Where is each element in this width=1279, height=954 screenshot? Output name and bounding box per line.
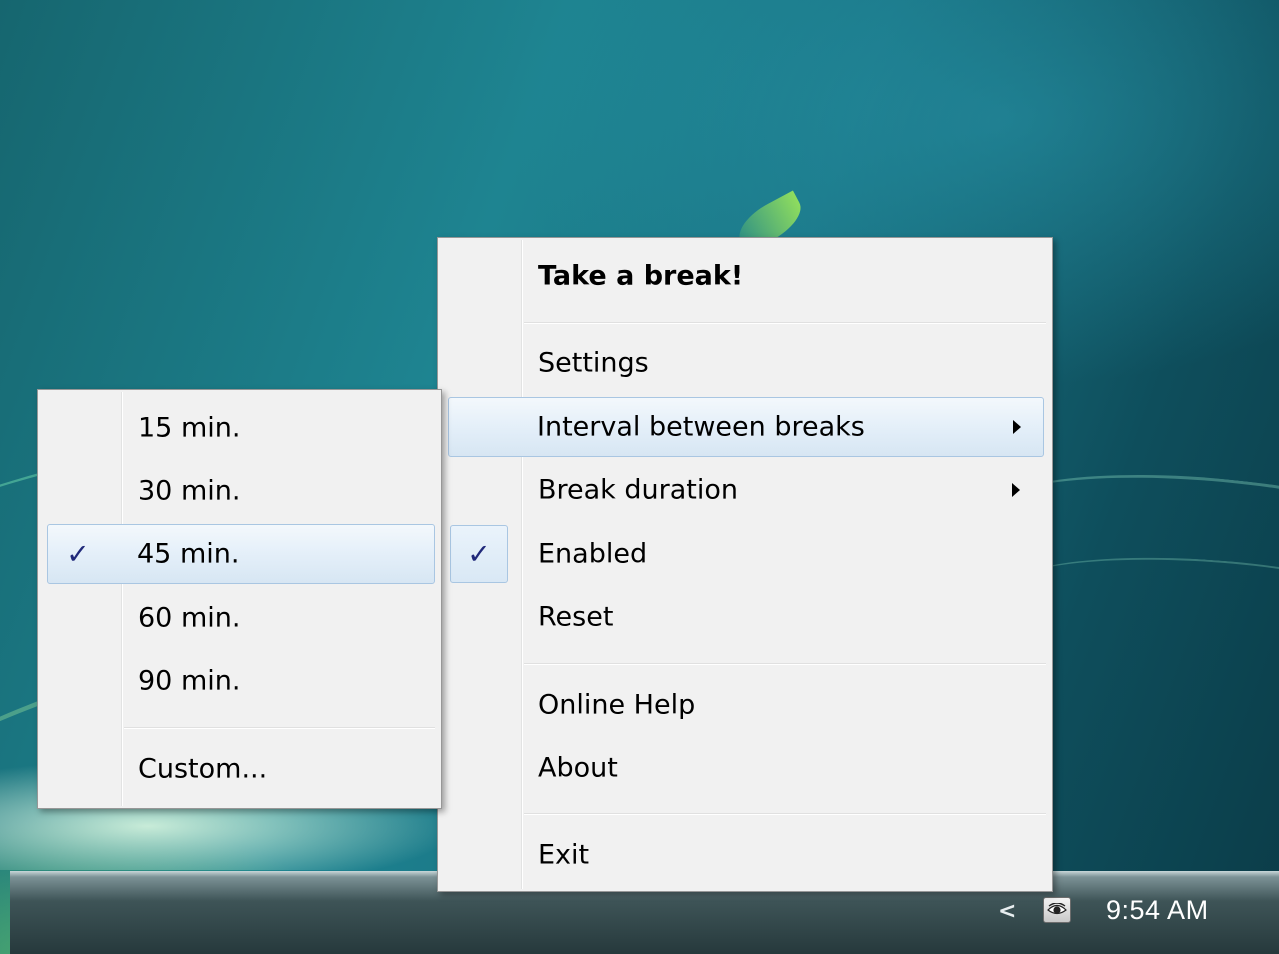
check-highlight: ✓ (450, 525, 508, 583)
menu-item-settings[interactable]: Settings (440, 333, 1050, 393)
menu-item-label: Take a break! (538, 260, 744, 292)
checkmark-icon: ✓ (467, 537, 491, 571)
menu-item-label: 45 min. (137, 538, 240, 570)
menu-separator (524, 322, 1046, 324)
submenu-item-30-min[interactable]: 30 min. (40, 461, 439, 521)
menu-item-label: Interval between breaks (537, 411, 865, 443)
menu-item-about[interactable]: About (440, 738, 1050, 798)
submenu-item-15-min[interactable]: 15 min. (40, 398, 439, 458)
menu-item-exit[interactable]: Exit (440, 825, 1050, 885)
menu-item-label: 15 min. (138, 412, 241, 444)
menu-separator (524, 813, 1046, 815)
submenu-arrow-icon (1013, 420, 1021, 434)
menu-separator (124, 727, 435, 729)
menu-item-label: Custom... (138, 753, 268, 785)
menu-item-interval-between-breaks[interactable]: Interval between breaks (448, 397, 1044, 457)
menu-item-break-duration[interactable]: Break duration (440, 460, 1050, 520)
menu-item-label: About (538, 752, 618, 784)
show-hidden-icons-chevron[interactable]: < (998, 899, 1016, 924)
taskbar-clock[interactable]: 9:54 AM (1106, 895, 1209, 926)
interval-submenu: 15 min. 30 min. ✓ 45 min. 60 min. 90 min… (37, 389, 442, 809)
menu-item-label: Enabled (538, 538, 648, 570)
menu-item-online-help[interactable]: Online Help (440, 675, 1050, 735)
menu-item-label: 30 min. (138, 475, 241, 507)
submenu-arrow-icon (1012, 483, 1020, 497)
submenu-item-60-min[interactable]: 60 min. (40, 588, 439, 648)
menu-item-enabled[interactable]: ✓ Enabled (440, 524, 1050, 584)
submenu-item-90-min[interactable]: 90 min. (40, 651, 439, 711)
menu-item-label: Settings (538, 347, 649, 379)
submenu-item-custom[interactable]: Custom... (40, 739, 439, 799)
menu-item-label: Reset (538, 601, 614, 633)
menu-item-label: Break duration (538, 474, 739, 506)
eye-icon[interactable] (1043, 897, 1071, 923)
menu-item-label: Online Help (538, 689, 696, 721)
menu-item-label: 60 min. (138, 602, 241, 634)
checkmark-icon: ✓ (66, 537, 90, 571)
tray-context-menu: Take a break! Settings Interval between … (437, 237, 1053, 892)
submenu-item-45-min[interactable]: ✓ 45 min. (47, 524, 435, 584)
menu-item-label: 90 min. (138, 665, 241, 697)
menu-item-label: Exit (538, 839, 590, 871)
menu-item-take-a-break[interactable]: Take a break! (440, 246, 1050, 306)
menu-item-reset[interactable]: Reset (440, 587, 1050, 647)
menu-separator (524, 663, 1046, 665)
